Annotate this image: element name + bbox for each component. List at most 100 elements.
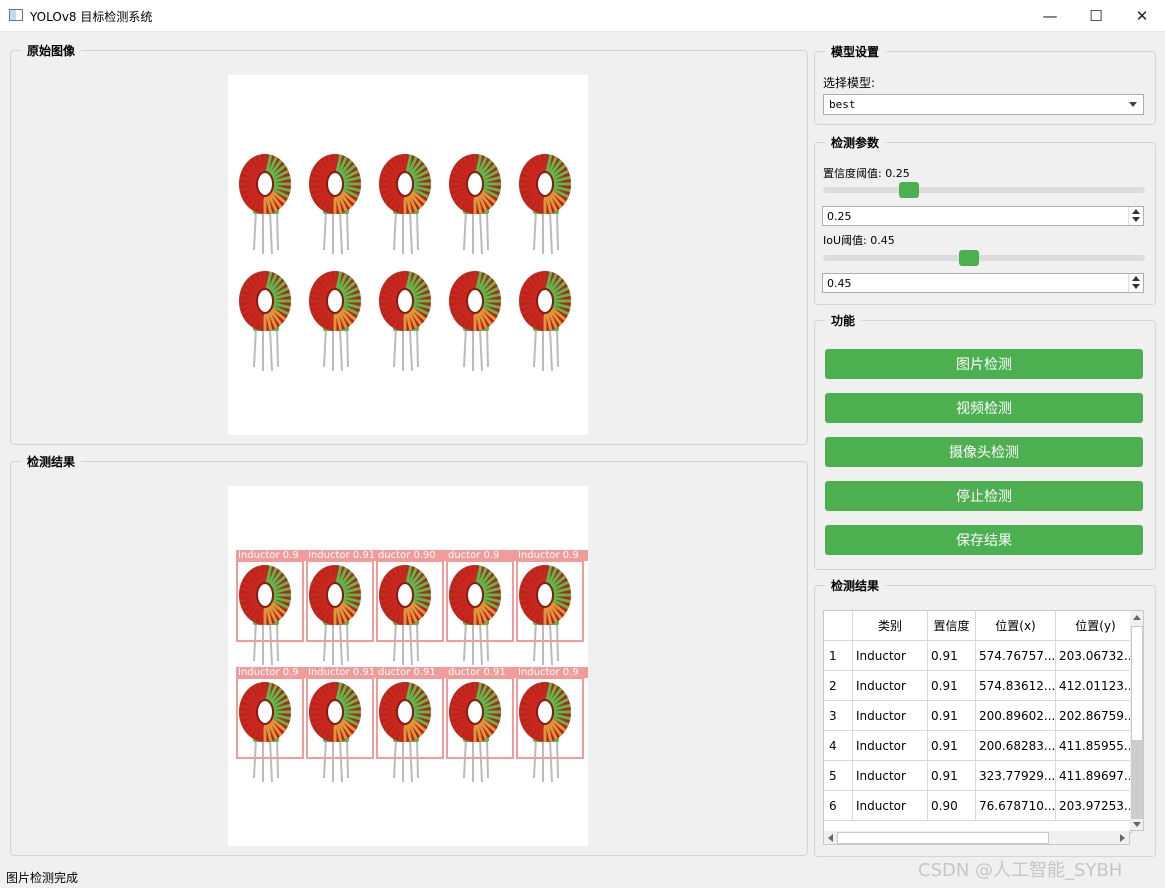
table-horizontal-scrollbar[interactable] — [823, 831, 1130, 845]
save-results-button[interactable]: 保存结果 — [825, 525, 1143, 555]
conf-spinbox[interactable]: 0.25 — [822, 206, 1144, 226]
arrow-down-icon — [1132, 217, 1140, 222]
table-row-number[interactable]: 6 — [824, 791, 853, 821]
minimize-button[interactable]: — — [1027, 0, 1073, 31]
table-corner — [824, 611, 853, 641]
video-detect-button[interactable]: 视频检测 — [825, 393, 1143, 423]
iou-spinbox[interactable]: 0.45 — [822, 273, 1144, 293]
table-cell[interactable]: 203.97253... — [1056, 791, 1131, 821]
model-settings-title: 模型设置 — [825, 43, 886, 60]
original-image — [228, 75, 588, 435]
conf-slider-handle[interactable] — [898, 182, 919, 198]
inductor-graphic — [519, 154, 571, 255]
camera-detect-button[interactable]: 摄像头检测 — [825, 437, 1143, 467]
table-cell[interactable]: 323.77929... — [976, 761, 1056, 791]
inductor-graphic — [519, 271, 571, 372]
detection-box: Inductor 0.9 — [516, 667, 588, 759]
detection-label: ductor 0.91 — [376, 667, 448, 678]
conf-slider[interactable] — [823, 187, 1145, 193]
iou-spin-buttons[interactable] — [1128, 274, 1143, 292]
detection-box: Inductor 0.9 — [236, 550, 308, 642]
table-cell[interactable]: Inductor — [853, 791, 928, 821]
inductor-graphic — [449, 154, 501, 255]
table-row-number[interactable]: 2 — [824, 671, 853, 701]
iou-slider[interactable] — [823, 255, 1145, 261]
table-header[interactable]: 位置(y) — [1056, 611, 1131, 641]
table-cell[interactable]: 202.86759... — [1056, 701, 1131, 731]
inductor-image — [448, 150, 502, 260]
detection-box: ductor 0.91 — [446, 667, 518, 759]
table-cell[interactable]: Inductor — [853, 761, 928, 791]
table-cell[interactable]: Inductor — [853, 641, 928, 671]
status-bar-text: 图片检测完成 — [6, 871, 79, 885]
detection-box: ductor 0.9 — [446, 550, 518, 642]
table-cell[interactable]: 574.83612... — [976, 671, 1056, 701]
table-cell[interactable]: 0.91 — [928, 671, 976, 701]
table-cell[interactable]: Inductor — [853, 701, 928, 731]
table-cell[interactable]: 200.89602... — [976, 701, 1056, 731]
result-image: Inductor 0.9 Inductor 0.91 ductor 0.90 d… — [228, 486, 588, 846]
title-bar: YOLOv8 目标检测系统 — ☐ ✕ — [0, 0, 1165, 32]
table-cell[interactable]: 76.678710... — [976, 791, 1056, 821]
results-table[interactable]: 类别 置信度 位置(x) 位置(y) 1 Inductor 0.91 574.7675… — [823, 610, 1132, 833]
table-cell[interactable]: 411.89697... — [1056, 761, 1131, 791]
scroll-down-icon — [1133, 822, 1141, 827]
table-cell[interactable]: 0.91 — [928, 731, 976, 761]
table-cell[interactable]: 203.06732... — [1056, 641, 1131, 671]
detection-box: ductor 0.91 — [376, 667, 448, 759]
conf-spinbox-value: 0.25 — [827, 210, 852, 223]
conf-spin-buttons[interactable] — [1128, 207, 1143, 225]
maximize-button[interactable]: ☐ — [1073, 0, 1119, 31]
table-cell[interactable]: Inductor — [853, 671, 928, 701]
inductor-image — [518, 150, 572, 260]
iou-spinbox-value: 0.45 — [827, 277, 852, 290]
iou-threshold-label: IoU阈值: 0.45 — [823, 234, 895, 247]
arrow-up-icon — [1132, 209, 1140, 214]
table-cell[interactable]: 200.68283... — [976, 731, 1056, 761]
inductor-image — [308, 267, 362, 377]
table-vertical-scrollbar[interactable] — [1130, 610, 1144, 831]
arrow-up-icon — [1132, 276, 1140, 281]
detection-label: Inductor 0.9 — [236, 667, 308, 678]
model-select[interactable]: best — [823, 94, 1144, 115]
detect-params-title: 检测参数 — [825, 134, 886, 151]
detection-label: ductor 0.9 — [446, 550, 518, 561]
table-row-number[interactable]: 4 — [824, 731, 853, 761]
table-cell[interactable]: Inductor — [853, 731, 928, 761]
detection-label: Inductor 0.9 — [516, 550, 588, 561]
table-cell[interactable]: 0.91 — [928, 641, 976, 671]
results-table-title: 检测结果 — [825, 577, 886, 594]
detection-box: Inductor 0.9 — [236, 667, 308, 759]
close-button[interactable]: ✕ — [1119, 0, 1165, 31]
conf-threshold-label: 置信度阈值: 0.25 — [823, 167, 910, 180]
table-cell[interactable]: 0.90 — [928, 791, 976, 821]
image-detect-button[interactable]: 图片检测 — [825, 349, 1143, 379]
inductor-image — [448, 267, 502, 377]
model-select-value: best — [829, 98, 856, 111]
vertical-scroll-track[interactable] — [1131, 741, 1143, 819]
inductor-graphic — [449, 271, 501, 372]
table-row-number[interactable]: 3 — [824, 701, 853, 731]
table-row-number[interactable]: 5 — [824, 761, 853, 791]
table-cell[interactable]: 411.85955... — [1056, 731, 1131, 761]
detection-label: Inductor 0.9 — [236, 550, 308, 561]
table-header[interactable]: 置信度 — [928, 611, 976, 641]
stop-detect-button[interactable]: 停止检测 — [825, 481, 1143, 511]
table-cell[interactable]: 0.91 — [928, 701, 976, 731]
horizontal-scroll-thumb[interactable] — [837, 832, 1049, 844]
table-cell[interactable]: 574.76757... — [976, 641, 1056, 671]
inductor-graphic — [309, 271, 361, 372]
table-header[interactable]: 类别 — [853, 611, 928, 641]
window-title: YOLOv8 目标检测系统 — [30, 10, 153, 24]
inductor-image — [238, 150, 292, 260]
table-row-number[interactable]: 1 — [824, 641, 853, 671]
table-cell[interactable]: 0.91 — [928, 761, 976, 791]
arrow-down-icon — [1132, 284, 1140, 289]
table-header[interactable]: 位置(x) — [976, 611, 1056, 641]
iou-slider-handle[interactable] — [958, 250, 979, 266]
vertical-scroll-thumb[interactable] — [1131, 626, 1143, 741]
table-cell[interactable]: 412.01123... — [1056, 671, 1131, 701]
detection-box: ductor 0.90 — [376, 550, 448, 642]
original-image-title: 原始图像 — [21, 42, 82, 59]
scroll-left-icon — [828, 834, 833, 842]
